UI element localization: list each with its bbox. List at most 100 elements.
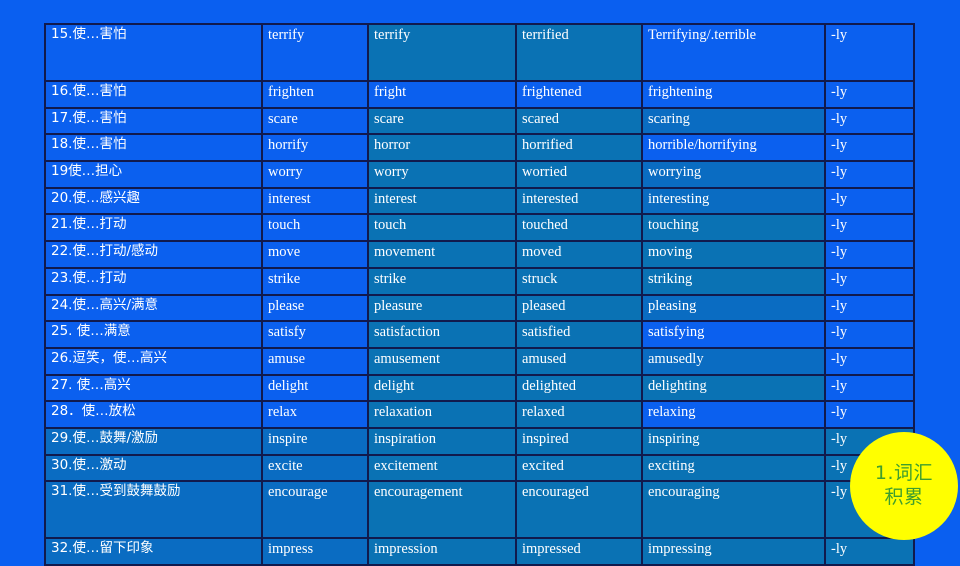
cell-noun: excitement (367, 453, 517, 483)
cell-ing-form: encouraging (641, 480, 826, 540)
cell-ed-form: impressed (515, 537, 643, 566)
cell-noun: fright (367, 80, 517, 109)
cell-ing-form: pleasing (641, 293, 826, 323)
cell-meaning: 30.使…激动 (44, 453, 263, 483)
table-row: 15.使…害怕 terrify terrify terrified Terrif… (44, 23, 915, 82)
cell-noun: encouragement (367, 480, 517, 540)
cell-adverb: -ly (824, 373, 915, 403)
table-row: 26.逗笑，使…高兴 amuse amusement amused amused… (44, 346, 915, 376)
cell-ed-form: excited (515, 453, 643, 483)
cell-verb: terrify (261, 23, 369, 82)
cell-verb: strike (261, 266, 369, 296)
cell-noun: horror (367, 133, 517, 163)
cell-adverb: -ly (824, 186, 915, 216)
cell-ed-form: interested (515, 186, 643, 216)
table-row: 20.使…感兴趣 interest interest interested in… (44, 186, 915, 216)
cell-adverb: -ly (824, 346, 915, 376)
cell-meaning: 24.使…高兴/满意 (44, 293, 263, 323)
cell-verb: excite (261, 453, 369, 483)
cell-noun: pleasure (367, 293, 517, 323)
cell-noun: strike (367, 266, 517, 296)
cell-adverb: -ly (824, 537, 915, 566)
cell-ing-form: touching (641, 213, 826, 243)
cell-verb: encourage (261, 480, 369, 540)
cell-noun: interest (367, 186, 517, 216)
cell-noun: inspiration (367, 426, 517, 456)
cell-ed-form: delighted (515, 373, 643, 403)
cell-noun: scare (367, 106, 517, 136)
cell-noun: worry (367, 160, 517, 189)
cell-noun: movement (367, 240, 517, 269)
cell-verb: move (261, 240, 369, 269)
cell-verb: delight (261, 373, 369, 403)
cell-verb: impress (261, 537, 369, 566)
table-row: 21.使…打动 touch touch touched touching -ly (44, 213, 915, 243)
cell-adverb: -ly (824, 80, 915, 109)
vocabulary-table: 15.使…害怕 terrify terrify terrified Terrif… (44, 23, 915, 566)
cell-meaning: 16.使…害怕 (44, 80, 263, 109)
cell-meaning: 29.使…鼓舞/激励 (44, 426, 263, 456)
cell-verb: please (261, 293, 369, 323)
table-row: 27. 使…高兴 delight delight delighted delig… (44, 373, 915, 403)
cell-adverb: -ly (824, 133, 915, 163)
slide-canvas: 15.使…害怕 terrify terrify terrified Terrif… (0, 0, 960, 566)
cell-meaning: 25. 使…满意 (44, 320, 263, 349)
cell-noun: terrify (367, 23, 517, 82)
cell-meaning: 27. 使…高兴 (44, 373, 263, 403)
table-row: 28．使…放松 relax relaxation relaxed relaxin… (44, 400, 915, 429)
cell-ed-form: worried (515, 160, 643, 189)
cell-adverb: -ly (824, 240, 915, 269)
table-row: 17.使…害怕 scare scare scared scaring -ly (44, 106, 915, 136)
cell-verb: interest (261, 186, 369, 216)
cell-meaning: 17.使…害怕 (44, 106, 263, 136)
cell-meaning: 22.使…打动/感动 (44, 240, 263, 269)
table-row: 32.使…留下印象 impress impression impressed i… (44, 537, 915, 566)
cell-ing-form: moving (641, 240, 826, 269)
cell-noun: touch (367, 213, 517, 243)
cell-ing-form: scaring (641, 106, 826, 136)
cell-noun: satisfaction (367, 320, 517, 349)
cell-ed-form: horrified (515, 133, 643, 163)
topic-badge-line1: 1.词汇 (874, 462, 934, 485)
cell-ing-form: satisfying (641, 320, 826, 349)
cell-meaning: 23.使…打动 (44, 266, 263, 296)
cell-ed-form: relaxed (515, 400, 643, 429)
topic-badge[interactable]: 1.词汇 积累 (850, 432, 958, 540)
cell-noun: delight (367, 373, 517, 403)
cell-ing-form: relaxing (641, 400, 826, 429)
cell-ed-form: inspired (515, 426, 643, 456)
cell-ing-form: striking (641, 266, 826, 296)
cell-ed-form: frightened (515, 80, 643, 109)
table-row: 24.使…高兴/满意 please pleasure pleased pleas… (44, 293, 915, 323)
cell-ing-form: amusedly (641, 346, 826, 376)
cell-ing-form: interesting (641, 186, 826, 216)
cell-adverb: -ly (824, 106, 915, 136)
cell-ing-form: exciting (641, 453, 826, 483)
cell-ed-form: pleased (515, 293, 643, 323)
cell-ing-form: worrying (641, 160, 826, 189)
cell-ing-form: frightening (641, 80, 826, 109)
cell-verb: relax (261, 400, 369, 429)
cell-meaning: 19使…担心 (44, 160, 263, 189)
cell-ed-form: struck (515, 266, 643, 296)
cell-meaning: 28．使…放松 (44, 400, 263, 429)
cell-meaning: 20.使…感兴趣 (44, 186, 263, 216)
cell-verb: frighten (261, 80, 369, 109)
cell-ing-form: inspiring (641, 426, 826, 456)
cell-adverb: -ly (824, 23, 915, 82)
table-row: 18.使…害怕 horrify horror horrified horribl… (44, 133, 915, 163)
table-row: 29.使…鼓舞/激励 inspire inspiration inspired … (44, 426, 915, 456)
cell-verb: scare (261, 106, 369, 136)
cell-noun: relaxation (367, 400, 517, 429)
table-row: 16.使…害怕 frighten fright frightened frigh… (44, 80, 915, 109)
cell-meaning: 26.逗笑，使…高兴 (44, 346, 263, 376)
topic-badge-line2: 积累 (884, 486, 924, 508)
cell-verb: horrify (261, 133, 369, 163)
cell-verb: amuse (261, 346, 369, 376)
cell-adverb: -ly (824, 213, 915, 243)
cell-ed-form: terrified (515, 23, 643, 82)
cell-meaning: 32.使…留下印象 (44, 537, 263, 566)
cell-adverb: -ly (824, 320, 915, 349)
cell-ing-form: Terrifying/.terrible (641, 23, 826, 82)
cell-adverb: -ly (824, 266, 915, 296)
